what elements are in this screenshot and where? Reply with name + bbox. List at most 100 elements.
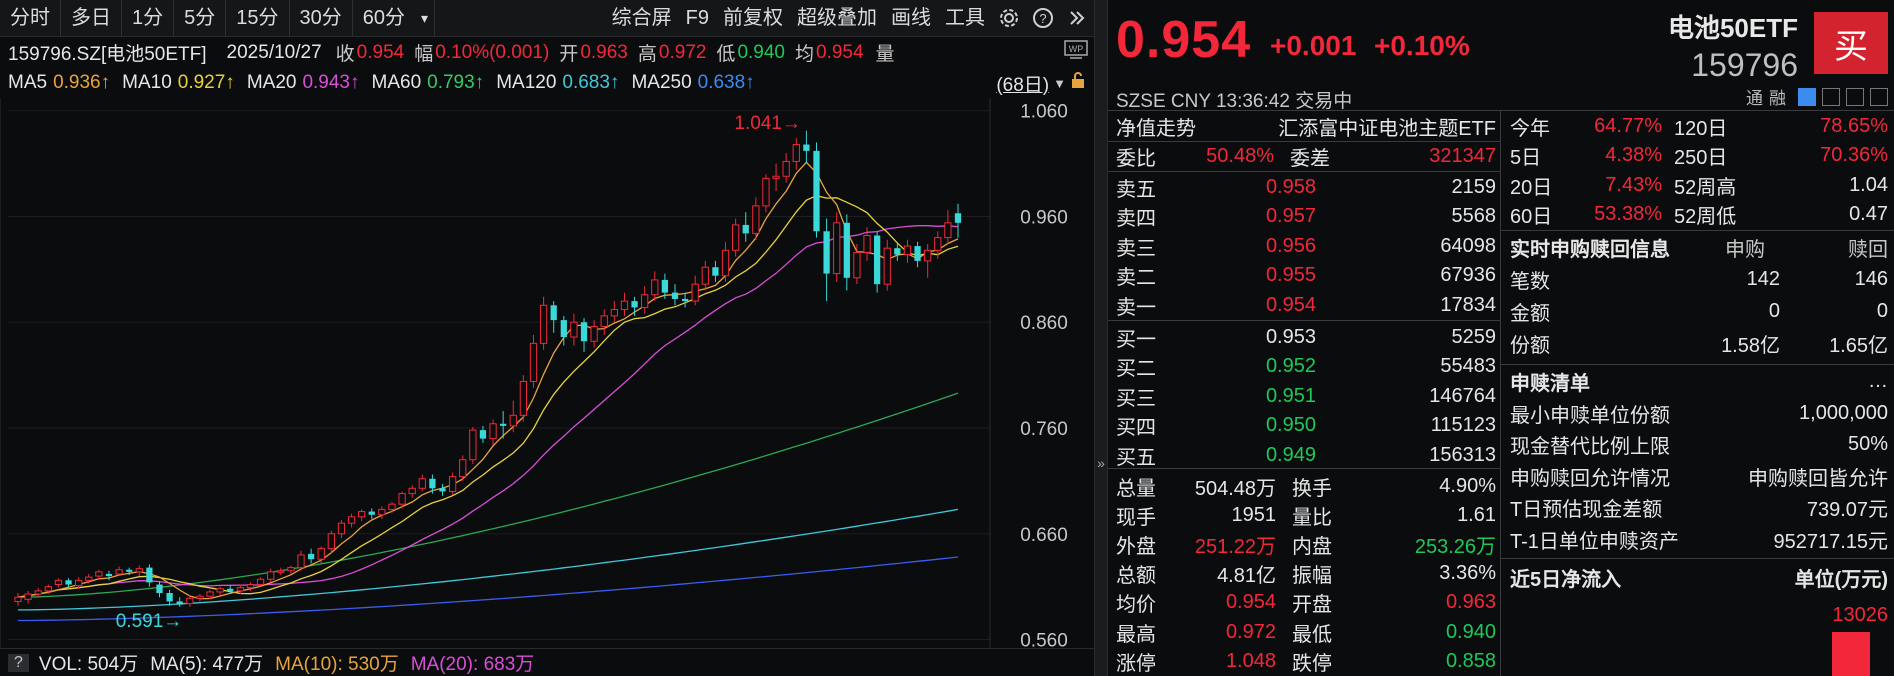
gear-icon[interactable]	[992, 0, 1026, 37]
candle-body	[358, 511, 366, 518]
range-value: 0.10%(0.001)	[435, 41, 550, 63]
col-subscribe: 申购	[1725, 238, 1765, 261]
close-icon[interactable]	[1870, 87, 1888, 106]
tab-fenshi[interactable]: 分时	[0, 0, 61, 37]
btn-composite-screen[interactable]: 综合屏	[605, 0, 679, 37]
perf-value: 7.43%	[1605, 173, 1662, 196]
candle-body	[95, 571, 103, 577]
ask-row[interactable]: 卖五 0.958 2159	[1116, 172, 1496, 202]
perf-value: 64.77%	[1594, 114, 1662, 137]
btn-tools[interactable]: 工具	[938, 0, 992, 37]
tab-1min[interactable]: 1分	[122, 0, 175, 37]
ask-row[interactable]: 卖一 0.954 17834	[1116, 290, 1496, 320]
expand-icon[interactable]: »	[1095, 455, 1107, 471]
candle-body	[317, 548, 325, 560]
ask-row[interactable]: 卖二 0.955 67936	[1116, 261, 1496, 291]
pcf-label: T-1日单位申赎资产	[1510, 530, 1679, 553]
stat-label: 现手	[1116, 506, 1156, 529]
candle-body	[267, 571, 275, 580]
candle-body	[327, 533, 335, 550]
tab-30min[interactable]: 30分	[290, 0, 353, 37]
buy-button[interactable]: 买	[1814, 12, 1888, 74]
ask-volume: 5568	[1451, 205, 1497, 228]
lock-icon[interactable]	[1070, 71, 1086, 95]
bid-price: 0.951	[1265, 384, 1316, 407]
btn-draw-line[interactable]: 画线	[884, 0, 938, 37]
stat-row: 总量 504.48万 换手 4.90%	[1116, 471, 1496, 501]
flow-header: 近5日净流入 单位(万元)	[1510, 562, 1888, 592]
bid-row[interactable]: 买四 0.950 115123	[1116, 411, 1496, 441]
stat-row: 现手 1951 量比 1.61	[1116, 500, 1496, 530]
bid-price: 0.950	[1265, 414, 1316, 437]
period-dropdown[interactable]: ▾	[415, 0, 436, 37]
nav-row[interactable]: 净值走势 汇添富中证电池主题ETF	[1116, 111, 1496, 141]
tab-5min[interactable]: 5分	[174, 0, 227, 37]
days-dropdown-icon[interactable]: ▼	[1053, 76, 1066, 91]
ask-row[interactable]: 卖四 0.957 5568	[1116, 202, 1496, 232]
perf-row: 60日 53.38% 52周低 0.47	[1510, 200, 1888, 230]
ma120-label: MA120	[496, 72, 557, 93]
edit-icon[interactable]	[1798, 87, 1816, 106]
bid-row[interactable]: 买一 0.953 5259	[1116, 322, 1496, 352]
copy-icon[interactable]	[1846, 87, 1864, 106]
subscribe-value: 142	[1746, 267, 1780, 290]
security-name: 电池50ETF	[1667, 13, 1798, 43]
stat-value: 0.972	[1225, 620, 1276, 643]
chart-toolbar: 分时 多日 1分 5分 15分 30分 60分 ▾ 综合屏 F9 前复权 超级叠…	[0, 0, 1094, 37]
divider	[1108, 320, 1500, 321]
bid-row[interactable]: 买二 0.952 55483	[1116, 352, 1496, 382]
stat-label: 换手	[1292, 477, 1332, 500]
perf-value: 0.47	[1849, 203, 1888, 225]
ask-volume: 64098	[1440, 234, 1496, 257]
divider	[1500, 230, 1894, 231]
candle-body	[227, 588, 234, 591]
wp-icon[interactable]: WP	[1064, 39, 1088, 66]
stat-value: 251.22万	[1194, 535, 1276, 558]
vol-ma5: MA(5): 477万	[150, 654, 264, 675]
pcf-row: T-1日单位申赎资产 952717.15元	[1510, 524, 1888, 554]
stat-value: 0.858	[1445, 649, 1496, 672]
candle-body	[742, 224, 749, 234]
market-status: SZSE CNY 13:36:42 交易中	[1116, 91, 1353, 112]
perf-value: 70.36%	[1820, 144, 1888, 166]
candlestick-chart[interactable]: 1.060 0.960 0.860 0.760 0.660 0.560 1.041→ 0.59…	[0, 98, 1094, 648]
divider	[1108, 468, 1500, 469]
perf-row: 5日 4.38% 250日 70.36%	[1510, 141, 1888, 171]
days-selector[interactable]: (68日)	[996, 70, 1049, 97]
bid-row[interactable]: 买五 0.949 156313	[1116, 440, 1496, 470]
nav-label: 净值走势	[1116, 117, 1196, 140]
list-header[interactable]: 申赎清单 …	[1510, 366, 1888, 396]
tab-duori[interactable]: 多日	[61, 0, 122, 37]
ask-row[interactable]: 卖三 0.956 64098	[1116, 231, 1496, 261]
help-icon[interactable]: ?	[1026, 0, 1060, 37]
tab-60min[interactable]: 60分	[353, 0, 415, 37]
panel-splitter[interactable]: »	[1094, 0, 1108, 676]
bid-level: 买一	[1116, 328, 1156, 351]
btn-f9[interactable]: F9	[679, 0, 716, 37]
candle-body	[590, 325, 598, 342]
candle-body	[701, 266, 709, 285]
stat-value: 4.81亿	[1217, 565, 1276, 588]
ma10-line	[17, 195, 959, 598]
ma5-label: MA5	[8, 72, 48, 93]
pcf-value: 50%	[1847, 433, 1888, 455]
candle-body	[914, 246, 921, 261]
bid-row[interactable]: 买三 0.951 146764	[1116, 381, 1496, 411]
btn-super-overlay[interactable]: 超级叠加	[790, 0, 884, 37]
candle-body	[65, 580, 72, 585]
candle-body	[398, 493, 406, 505]
pcf-label: 现金替代比例上限	[1510, 436, 1670, 458]
tab-15min[interactable]: 15分	[226, 0, 290, 37]
list-title: 申赎清单	[1510, 372, 1590, 395]
collapse-icon[interactable]	[1060, 0, 1094, 37]
ma250-value: 0.638↑	[697, 72, 755, 93]
help-badge[interactable]: ?	[8, 653, 29, 672]
order-ratio-row: 委比 50.48% 委差 321347	[1116, 141, 1496, 171]
candle-body	[509, 414, 517, 427]
candle-body	[459, 459, 467, 478]
candle-body	[833, 222, 841, 275]
btn-forward-adjust[interactable]: 前复权	[716, 0, 790, 37]
list-more-icon[interactable]: …	[1868, 370, 1888, 393]
stat-label: 振幅	[1292, 565, 1332, 588]
window-icon[interactable]	[1822, 87, 1840, 106]
